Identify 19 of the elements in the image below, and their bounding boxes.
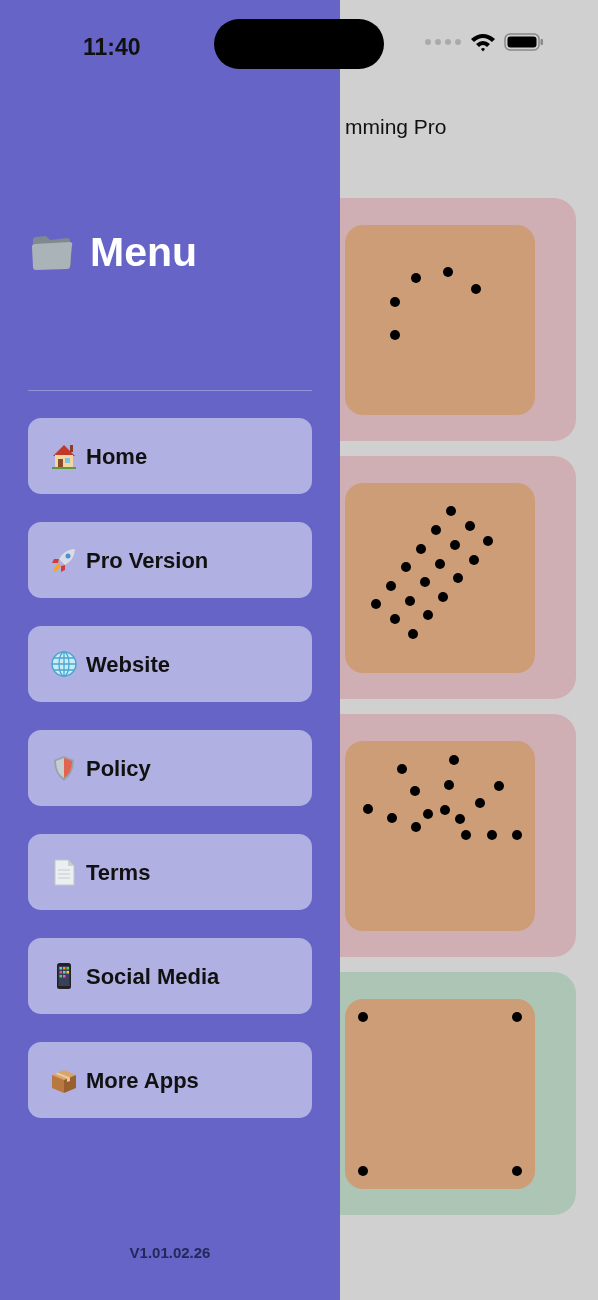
menu-item[interactable]: Terms xyxy=(28,834,312,910)
wifi-icon xyxy=(470,32,496,52)
menu-item[interactable]: Pro Version xyxy=(28,522,312,598)
globe-icon xyxy=(50,650,78,678)
rocket-icon xyxy=(50,546,78,574)
menu-item[interactable]: Home xyxy=(28,418,312,494)
status-time: 11:40 xyxy=(83,33,141,62)
battery-icon xyxy=(504,32,544,52)
menu-title: Menu xyxy=(90,231,198,273)
version-label: V1.01.02.26 xyxy=(128,1242,212,1263)
menu-item[interactable]: Website xyxy=(28,626,312,702)
menu-item[interactable]: More Apps xyxy=(28,1042,312,1118)
card-background[interactable] xyxy=(340,456,576,699)
house-icon xyxy=(50,442,78,470)
screen-title: mming Pro xyxy=(345,114,447,140)
card-background[interactable] xyxy=(340,714,576,957)
signal-icon xyxy=(424,38,462,46)
menu-item[interactable]: Policy xyxy=(28,730,312,806)
menu-item[interactable]: Social Media xyxy=(28,938,312,1014)
